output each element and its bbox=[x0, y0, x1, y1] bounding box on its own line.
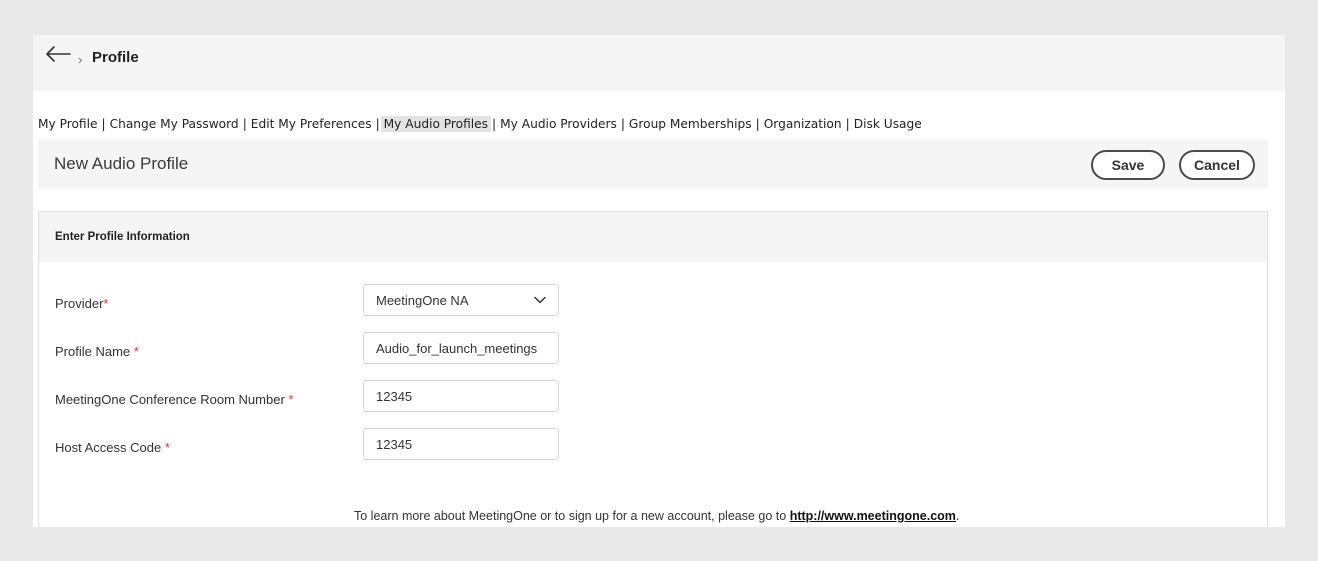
subnav-change-password[interactable]: Change My Password bbox=[107, 116, 242, 132]
provider-select[interactable]: MeetingOne NA bbox=[363, 284, 559, 316]
meetingone-link[interactable]: http://www.meetingone.com bbox=[790, 509, 956, 523]
profile-info-card: Enter Profile Information Provider* Meet… bbox=[38, 211, 1268, 527]
required-mark: * bbox=[288, 392, 294, 407]
breadcrumb-separator: › bbox=[78, 52, 83, 67]
host-code-input[interactable] bbox=[363, 428, 559, 460]
subnav-edit-preferences[interactable]: Edit My Preferences bbox=[248, 116, 375, 132]
required-mark: * bbox=[103, 296, 109, 311]
subnav-disk-usage[interactable]: Disk Usage bbox=[851, 116, 925, 132]
card-header: Enter Profile Information bbox=[39, 212, 1267, 262]
form-title-bar: New Audio Profile Save Cancel bbox=[38, 139, 1268, 189]
page: › Profile My Profile | Change My Passwor… bbox=[33, 35, 1285, 527]
subnav-my-profile[interactable]: My Profile bbox=[38, 116, 101, 132]
save-button[interactable]: Save bbox=[1091, 150, 1165, 180]
form-title: New Audio Profile bbox=[54, 154, 189, 173]
header-bar: › Profile bbox=[33, 35, 1285, 91]
subnav-organization[interactable]: Organization bbox=[761, 116, 845, 132]
subnav-my-audio-providers[interactable]: My Audio Providers bbox=[497, 116, 620, 132]
chevron-down-icon bbox=[534, 296, 546, 304]
host-code-label: Host Access Code * bbox=[55, 440, 170, 455]
cancel-button[interactable]: Cancel bbox=[1179, 150, 1255, 180]
section-title: Enter Profile Information bbox=[55, 231, 190, 243]
profile-name-label: Profile Name * bbox=[55, 344, 139, 359]
required-mark: * bbox=[164, 440, 170, 455]
provider-label: Provider* bbox=[55, 296, 109, 311]
page-title: Profile bbox=[92, 49, 139, 66]
subnav-group-memberships[interactable]: Group Memberships bbox=[626, 116, 755, 132]
room-number-label: MeetingOne Conference Room Number * bbox=[55, 392, 294, 407]
room-number-input[interactable] bbox=[363, 380, 559, 412]
back-arrow-icon[interactable] bbox=[44, 44, 72, 64]
profile-name-input[interactable] bbox=[363, 332, 559, 364]
subnav-my-audio-profiles[interactable]: My Audio Profiles bbox=[380, 116, 492, 132]
provider-select-value: MeetingOne NA bbox=[376, 293, 469, 308]
footer-note: To learn more about MeetingOne or to sig… bbox=[354, 509, 960, 523]
required-mark: * bbox=[133, 344, 139, 359]
profile-subnav: My Profile | Change My Password | Edit M… bbox=[38, 115, 925, 133]
